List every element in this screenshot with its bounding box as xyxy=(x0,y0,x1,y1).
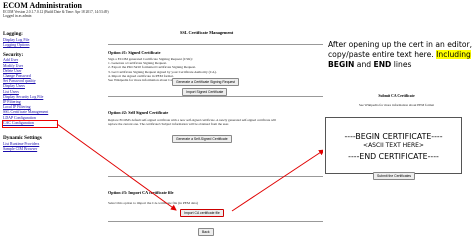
ascii-placeholder-text: <ASCII TEXT HERE> xyxy=(363,142,424,149)
annotation-highlight: Including xyxy=(436,50,471,59)
instruction-annotation: After opening up the cert in an editor, … xyxy=(328,40,474,70)
annotation-line: BEGIN and END lines xyxy=(328,60,474,70)
annotation-text: lines xyxy=(391,60,412,69)
begin-certificate-text: ----BEGIN CERTIFICATE---- xyxy=(344,132,443,141)
submit-ca-heading: Submit CA Certificate xyxy=(378,94,415,98)
annotation-line: copy/paste entire text here. Including xyxy=(328,50,474,60)
annotation-begin: BEGIN xyxy=(328,60,355,69)
annotation-line: After opening up the cert in an editor, xyxy=(328,40,473,49)
arrow-to-import-button xyxy=(56,123,177,211)
certificate-textarea[interactable]: ----BEGIN CERTIFICATE---- <ASCII TEXT HE… xyxy=(325,117,462,174)
pem-wiki-text: See Wikipedia for more information about… xyxy=(358,103,435,107)
annotation-text: and xyxy=(354,60,374,69)
end-certificate-text: ----END CERTIFICATE---- xyxy=(348,152,439,161)
annotation-end: END xyxy=(373,60,392,69)
annotation-text: copy/paste entire text here. xyxy=(328,50,437,59)
arrow-to-pem-box xyxy=(231,149,325,212)
submit-certificates-button[interactable]: Submit the Certificates xyxy=(373,172,416,180)
